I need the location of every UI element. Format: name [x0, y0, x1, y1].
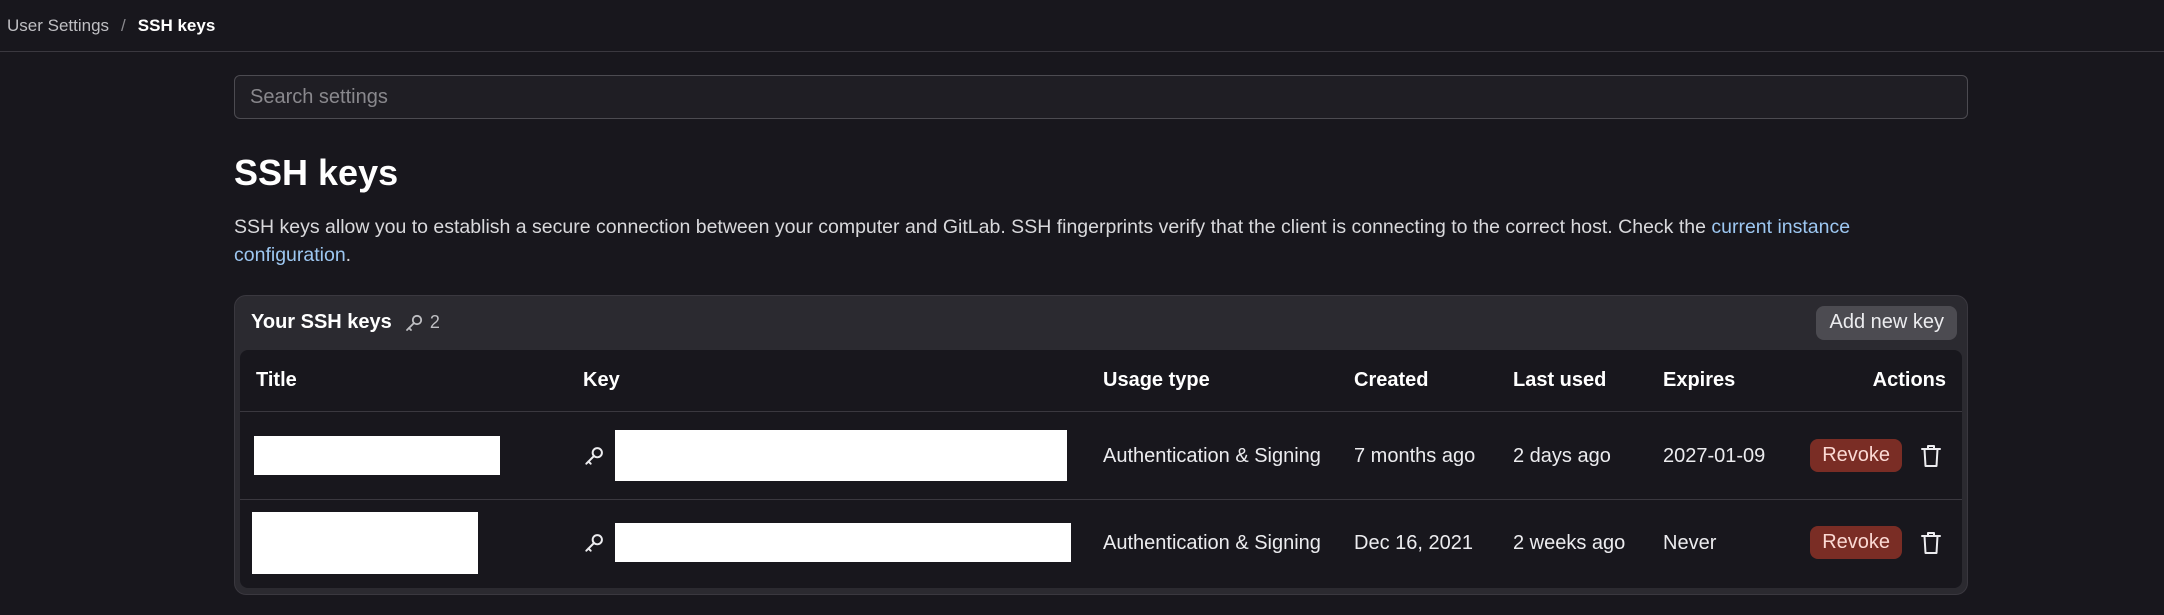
created-cell: Dec 16, 2021 — [1354, 531, 1473, 554]
column-header-actions: Actions — [1787, 349, 1962, 413]
redacted-title — [254, 436, 500, 476]
column-header-expires: Expires — [1647, 349, 1787, 413]
column-header-key: Key — [567, 349, 1087, 413]
card-title: Your SSH keys — [251, 311, 392, 334]
table-row: Authentication & Signing Dec 16, 2021 2 … — [240, 500, 1962, 586]
search-input[interactable] — [250, 85, 1952, 109]
key-icon — [405, 314, 422, 331]
actions-cell: Revoke — [1787, 500, 1962, 586]
column-header-usage-type: Usage type — [1087, 349, 1338, 413]
description-text: SSH keys allow you to establish a secure… — [234, 215, 1712, 238]
last-used-cell: 2 days ago — [1497, 411, 1647, 501]
last-used-cell: 2 weeks ago — [1513, 531, 1626, 554]
created-cell: 7 months ago — [1338, 411, 1497, 501]
actions-cell: Revoke — [1787, 411, 1962, 501]
add-new-key-button[interactable]: Add new key — [1816, 305, 1957, 340]
redacted-key — [615, 523, 1071, 563]
redacted-key — [615, 430, 1067, 482]
usage-type-cell: Authentication & Signing — [1103, 531, 1321, 554]
key-cell — [567, 411, 1087, 501]
key-cell — [567, 500, 1087, 586]
breadcrumb-current[interactable]: SSH keys — [138, 16, 216, 36]
trash-icon[interactable] — [1920, 444, 1942, 468]
breadcrumb-user-settings[interactable]: User Settings — [7, 16, 109, 36]
usage-type-cell: Authentication & Signing — [1087, 411, 1338, 501]
trash-icon[interactable] — [1920, 531, 1942, 555]
key-count: 2 — [404, 312, 440, 333]
expires-cell: 2027-01-09 — [1647, 411, 1787, 501]
column-header-created: Created — [1338, 349, 1497, 413]
description-end: . — [345, 243, 352, 266]
ssh-keys-card: Your SSH keys 2 Add new key Title Key Us… — [234, 294, 1968, 595]
key-count-value: 2 — [429, 312, 440, 333]
title-cell — [240, 500, 567, 586]
page-title: SSH keys — [234, 152, 399, 193]
table-header-row: Title Key Usage type Created Last used E… — [240, 349, 1962, 413]
column-header-last-used: Last used — [1497, 349, 1647, 413]
ssh-keys-table: Title Key Usage type Created Last used E… — [240, 349, 1962, 588]
page-description: SSH keys allow you to establish a secure… — [234, 213, 1968, 269]
breadcrumb: User Settings / SSH keys — [0, 0, 2164, 52]
column-header-title: Title — [240, 349, 567, 413]
redacted-title — [252, 511, 478, 574]
key-icon — [585, 533, 603, 552]
main-content: SSH keys SSH keys allow you to establish… — [234, 52, 1968, 595]
revoke-button[interactable]: Revoke — [1810, 526, 1902, 560]
title-cell — [240, 411, 567, 501]
revoke-button[interactable]: Revoke — [1810, 439, 1902, 473]
search-box[interactable] — [234, 75, 1968, 119]
breadcrumb-separator: / — [121, 15, 126, 35]
card-header: Your SSH keys 2 Add new key — [235, 296, 1967, 350]
table-row: Authentication & Signing 7 months ago 2 … — [240, 411, 1962, 501]
expires-cell: Never — [1663, 531, 1717, 554]
key-icon — [585, 446, 603, 465]
